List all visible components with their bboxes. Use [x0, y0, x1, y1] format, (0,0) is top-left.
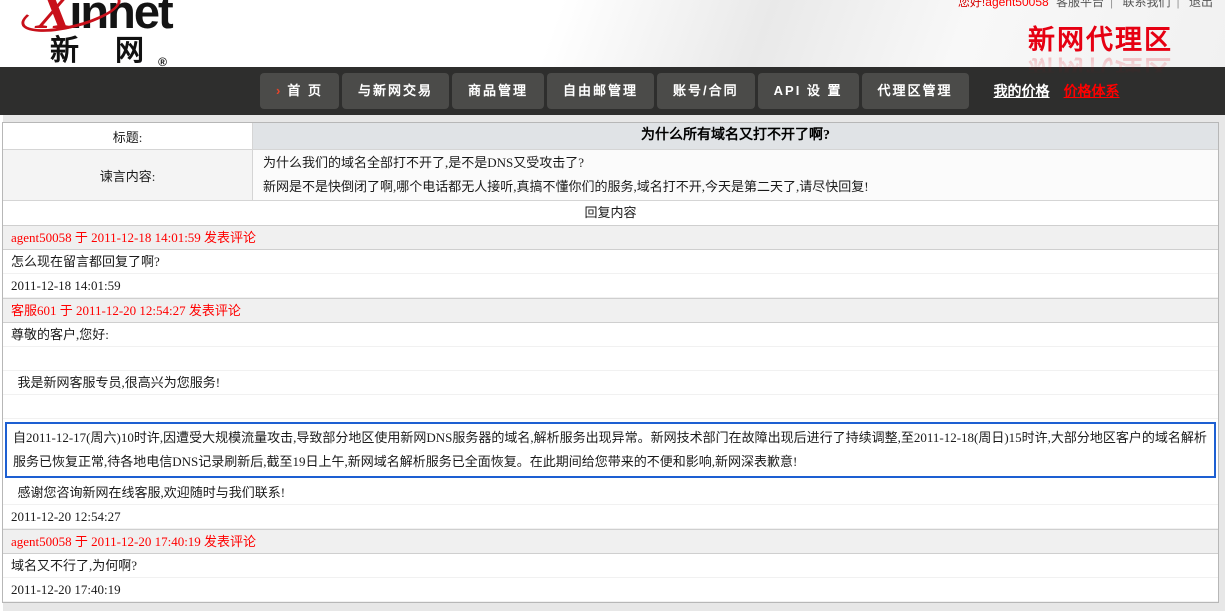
message-content-line: 为什么我们的域名全部打不开了,是不是DNS又受攻击了?	[263, 151, 1208, 175]
comment-author-line: agent50058 于 2011-12-20 17:40:19 发表评论	[3, 529, 1218, 554]
title-row: 标题: 为什么所有域名又打不开了啊?	[3, 123, 1218, 150]
content-area: 标题: 为什么所有域名又打不开了啊? 谏言内容: 为什么我们的域名全部打不开了,…	[0, 115, 1225, 611]
message-content-line: 新网是不是快倒闭了啊,哪个电话都无人接听,真搞不懂你们的服务,域名打不开,今天是…	[263, 175, 1208, 199]
content-row: 谏言内容: 为什么我们的域名全部打不开了,是不是DNS又受攻击了? 新网是不是快…	[3, 150, 1218, 200]
comment-paragraph: 尊敬的客户,您好:	[3, 323, 1218, 347]
title-label: 标题:	[3, 123, 253, 149]
comment-author-line: agent50058 于 2011-12-18 14:01:59 发表评论	[3, 225, 1218, 250]
reply-section-title: 回复内容	[3, 200, 1218, 225]
topbar: 您好!agent50058 客服平台 | 联系我们 | 退出	[958, 0, 1217, 10]
nav-button-2[interactable]: 商品管理	[452, 73, 544, 109]
header: Xinnet 新 网® 您好!agent50058 客服平台 | 联系我们 | 退出…	[0, 0, 1225, 67]
logo-chinese-text: 新 网®	[50, 37, 172, 68]
comment-paragraph: 我是新网客服专员,很高兴为您服务!	[3, 371, 1218, 395]
nav-button-5[interactable]: API 设 置	[758, 73, 859, 109]
logo-x-glyph: X	[36, 0, 69, 41]
comment-timestamp: 2011-12-20 17:40:19	[3, 578, 1218, 602]
link-logout[interactable]: 退出	[1189, 0, 1213, 9]
registered-mark-icon: ®	[158, 55, 167, 69]
portal-title: 新网代理区 新网代理区	[1028, 27, 1173, 82]
comment-timestamp: 2011-12-18 14:01:59	[3, 274, 1218, 298]
nav-button-1[interactable]: 与新网交易	[342, 73, 449, 109]
logo-latin-text: innet	[69, 0, 171, 38]
nav-button-3[interactable]: 自由邮管理	[547, 73, 654, 109]
comments: agent50058 于 2011-12-18 14:01:59 发表评论怎么现…	[3, 225, 1218, 602]
comment-paragraph	[3, 395, 1218, 419]
message-board: 标题: 为什么所有域名又打不开了啊? 谏言内容: 为什么我们的域名全部打不开了,…	[2, 122, 1219, 603]
comment-paragraph	[3, 347, 1218, 371]
xinnet-logo: Xinnet 新 网®	[36, 0, 172, 68]
comment-paragraph: 域名又不行了,为何啊?	[3, 554, 1218, 578]
active-arrow-icon: ›	[276, 83, 280, 98]
comment-paragraph: 感谢您咨询新网在线客服,欢迎随时与我们联系!	[3, 481, 1218, 505]
comment-timestamp: 2011-12-20 12:54:27	[3, 505, 1218, 529]
greeting-text: 您好!	[958, 0, 985, 9]
nav-button-0[interactable]: ›首 页	[260, 73, 339, 109]
comment-paragraph: 怎么现在留言都回复了啊?	[3, 250, 1218, 274]
content-label: 谏言内容:	[3, 150, 253, 200]
link-contact-us[interactable]: 联系我们	[1123, 0, 1171, 9]
message-content: 为什么我们的域名全部打不开了,是不是DNS又受攻击了? 新网是不是快倒闭了啊,哪…	[253, 150, 1218, 200]
separator: |	[1110, 0, 1113, 9]
comment-author-line: 客服601 于 2011-12-20 12:54:27 发表评论	[3, 298, 1218, 323]
page: Xinnet 新 网® 您好!agent50058 客服平台 | 联系我们 | 退出…	[0, 0, 1225, 611]
nav-items: ›首 页与新网交易商品管理自由邮管理账号/合同API 设 置代理区管理	[260, 73, 972, 109]
nav-button-4[interactable]: 账号/合同	[657, 73, 755, 109]
nav-button-6[interactable]: 代理区管理	[862, 73, 969, 109]
username-text: agent50058	[985, 0, 1048, 9]
link-service-platform[interactable]: 客服平台	[1056, 0, 1104, 9]
comment-highlighted-paragraph: 自2011-12-17(周六)10时许,因遭受大规模流量攻击,导致部分地区使用新…	[5, 422, 1216, 478]
price-system-link[interactable]: 价格体系	[1064, 81, 1120, 101]
my-price-link[interactable]: 我的价格	[994, 81, 1050, 101]
message-title: 为什么所有域名又打不开了啊?	[253, 123, 1218, 149]
portal-title-reflection: 新网代理区	[1028, 55, 1173, 82]
separator: |	[1177, 0, 1180, 9]
